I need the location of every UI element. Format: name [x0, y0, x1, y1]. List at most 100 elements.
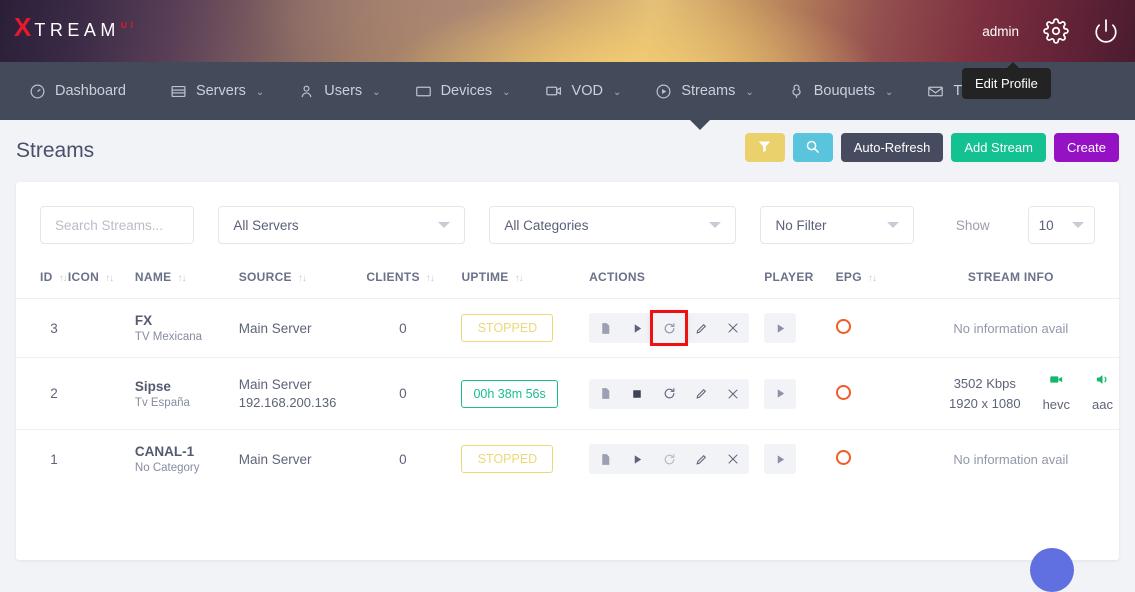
table-row[interactable]: 2 Sipse Tv España Main Server 192.168.20… [16, 358, 1119, 430]
gear-icon[interactable] [1043, 18, 1069, 44]
th-actions-label: ACTIONS [589, 270, 645, 284]
th-uptime[interactable]: UPTIME ↑↓ [461, 256, 589, 299]
edit-icon[interactable] [685, 379, 717, 409]
restart-icon[interactable] [653, 444, 685, 474]
source-name: Main Server [239, 377, 367, 392]
brand-header-bar: X TREAM UI admin [0, 0, 1135, 62]
th-uptime-label: UPTIME [461, 270, 508, 284]
stream-icon [655, 83, 672, 100]
nav-item-vod[interactable]: VOD ⌄ [528, 62, 639, 120]
th-clients[interactable]: CLIENTS↑↓ [366, 256, 461, 299]
create-button[interactable]: Create [1054, 133, 1119, 162]
close-icon[interactable] [717, 444, 749, 474]
play-icon[interactable] [621, 444, 653, 474]
play-icon[interactable] [764, 379, 796, 409]
edit-profile-tooltip: Edit Profile [962, 68, 1051, 99]
th-clients-label: CLIENTS [366, 270, 419, 284]
status-filter-value: No Filter [775, 218, 826, 233]
nav-item-servers[interactable]: Servers ⌄ [153, 62, 281, 120]
file-icon[interactable] [589, 444, 621, 474]
th-id[interactable]: ID↑↓ [16, 256, 68, 299]
chevron-down-icon [887, 222, 899, 228]
search-input[interactable]: Search Streams... [40, 206, 194, 244]
cell-epg [836, 358, 903, 430]
clear-filter-button[interactable] [745, 133, 785, 162]
sort-icon: ↑↓ [177, 273, 185, 284]
auto-refresh-button[interactable]: Auto-Refresh [841, 133, 944, 162]
table-row[interactable]: 1 CANAL-1 No Category Main Server 0 STOP… [16, 430, 1119, 489]
th-name-label: NAME [135, 270, 172, 284]
action-button-group [589, 444, 749, 474]
th-epg[interactable]: EPG↑↓ [836, 256, 903, 299]
cell-id: 1 [16, 430, 68, 489]
page-size-select[interactable]: 10 [1028, 206, 1095, 244]
stream-resolution: 1920 x 1080 [949, 394, 1021, 414]
player-button-group [764, 313, 796, 343]
restart-icon[interactable] [653, 313, 685, 343]
add-stream-button[interactable]: Add Stream [951, 133, 1046, 162]
cell-actions [589, 430, 764, 489]
play-icon[interactable] [621, 313, 653, 343]
cell-id: 3 [16, 299, 68, 358]
xtream-logo[interactable]: X TREAM UI [14, 14, 136, 41]
table-header-row: ID↑↓ ICON↑↓ NAME↑↓ SOURCE↑↓ CLIENTS↑↓ UP… [16, 256, 1119, 299]
close-icon[interactable] [717, 379, 749, 409]
video-codec-block: hevc [1043, 372, 1070, 415]
nav-item-streams[interactable]: Streams ⌄ [638, 62, 770, 120]
nav-item-devices[interactable]: Devices ⌄ [398, 62, 528, 120]
categories-select[interactable]: All Categories [489, 206, 736, 244]
cell-uptime: 00h 38m 56s [461, 358, 589, 430]
nav-label-dashboard: Dashboard [55, 83, 126, 99]
cell-source: Main Server [239, 299, 367, 358]
search-button[interactable] [793, 133, 833, 162]
file-icon[interactable] [589, 313, 621, 343]
chevron-down-icon [1072, 222, 1084, 228]
th-icon[interactable]: ICON ↑↓ [68, 256, 135, 299]
th-icon-label: ICON [68, 270, 99, 284]
epg-circle-icon[interactable] [836, 319, 851, 334]
filter-off-icon [757, 139, 772, 157]
cell-name: CANAL-1 No Category [135, 430, 239, 489]
nav-item-users[interactable]: Users ⌄ [281, 62, 397, 120]
play-icon[interactable] [764, 313, 796, 343]
scroll-top-fab[interactable] [1030, 548, 1074, 592]
servers-select[interactable]: All Servers [218, 206, 465, 244]
close-icon[interactable] [717, 313, 749, 343]
cell-player [764, 430, 835, 489]
restart-icon[interactable] [653, 379, 685, 409]
cell-player [764, 299, 835, 358]
logo-superscript: UI [121, 21, 137, 30]
chevron-down-icon [438, 222, 450, 228]
th-source[interactable]: SOURCE↑↓ [239, 256, 367, 299]
play-icon[interactable] [764, 444, 796, 474]
stream-category: Tv España [135, 397, 239, 409]
power-icon[interactable] [1093, 18, 1119, 44]
cell-uptime: STOPPED [461, 430, 589, 489]
admin-username[interactable]: admin [982, 24, 1019, 39]
status-filter-select[interactable]: No Filter [760, 206, 913, 244]
chevron-down-icon: ⌄ [745, 87, 753, 98]
speaker-icon [1095, 375, 1110, 390]
epg-circle-icon[interactable] [836, 385, 851, 400]
th-player-label: PLAYER [764, 270, 813, 284]
stop-icon[interactable] [621, 379, 653, 409]
file-icon[interactable] [589, 379, 621, 409]
chevron-down-icon: ⌄ [502, 87, 510, 98]
epg-circle-icon[interactable] [836, 450, 851, 465]
table-row[interactable]: 3 FX TV Mexicana Main Server 0 STOPPED [16, 299, 1119, 358]
edit-icon[interactable] [685, 313, 717, 343]
th-actions: ACTIONS [589, 256, 764, 299]
th-id-label: ID [40, 270, 53, 284]
chevron-down-icon: ⌄ [256, 87, 264, 98]
edit-icon[interactable] [685, 444, 717, 474]
sort-icon: ↑↓ [515, 273, 523, 284]
sort-icon: ↑↓ [105, 273, 113, 284]
cell-stream-info: No information avail [903, 299, 1119, 358]
user-icon [298, 83, 315, 100]
nav-item-bouquets[interactable]: Bouquets ⌄ [771, 62, 911, 120]
th-stream-info-label: STREAM INFO [968, 270, 1054, 284]
th-name[interactable]: NAME ↑↓ [135, 256, 239, 299]
nav-item-dashboard[interactable]: Dashboard [12, 62, 153, 120]
cell-name: FX TV Mexicana [135, 299, 239, 358]
cell-uptime: STOPPED [461, 299, 589, 358]
